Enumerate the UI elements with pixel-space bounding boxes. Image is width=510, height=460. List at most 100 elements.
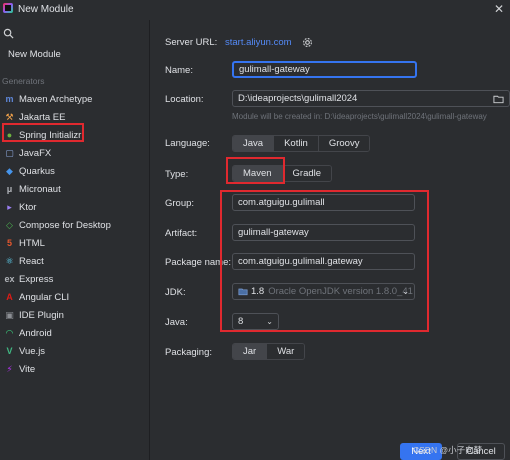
sidebar-item-compose-for-desktop[interactable]: ◇ Compose for Desktop [0,216,150,234]
ide-plugin-icon: ▣ [5,309,14,320]
sidebar-item-vite[interactable]: ⚡ Vite [0,360,150,378]
sidebar-item-label: Micronaut [19,183,61,195]
ktor-icon: ▸ [7,201,12,212]
chevron-down-icon: ⌄ [266,317,273,326]
name-label: Name: [165,65,193,76]
sidebar-item-micronaut[interactable]: μ Micronaut [0,180,150,198]
name-field[interactable]: gulimall-gateway [232,61,417,78]
sidebar-item-label: Android [19,327,52,339]
maven-icon: m [5,93,14,104]
location-field[interactable]: D:\ideaprojects\gulimall2024 [232,90,510,107]
packaging-label: Packaging: [165,347,213,358]
compose-icon: ◇ [6,219,13,230]
angular-icon: A [6,291,13,302]
close-icon[interactable]: ✕ [494,2,504,16]
title-bar: New Module ✕ [0,0,510,20]
generators-list: m Maven Archetype ⚒ Jakarta EE ● Spring Initi… [0,90,150,378]
sidebar-item-quarkus[interactable]: ◆ Quarkus [0,162,150,180]
vue-icon: V [6,345,13,356]
sidebar-item-label: IDE Plugin [19,309,64,321]
location-hint: Module will be created in: D:\ideaprojec… [232,112,487,121]
react-icon: ⚛ [5,255,14,266]
jdk-dropdown[interactable]: 1.8 Oracle OpenJDK version 1.8.0_41 ⌄ [232,283,415,300]
jdk-folder-icon [238,288,248,296]
name-value: gulimall-gateway [239,64,310,75]
sidebar-item-spring-initializr[interactable]: ● Spring Initializr [0,126,150,144]
express-icon: ex [4,273,15,284]
language-kotlin-button[interactable]: Kotlin [274,136,319,151]
type-maven-button[interactable]: Maven [233,166,283,181]
sidebar-item-label: Quarkus [19,165,55,177]
vite-icon: ⚡ [6,363,13,374]
type-gradle-button[interactable]: Gradle [282,166,332,181]
package-name-label: Package name: [165,257,232,268]
sidebar-item-maven-archetype[interactable]: m Maven Archetype [0,90,150,108]
sidebar: New Module Generators m Maven Archetype ⚒ J… [0,20,150,460]
jdk-detail: Oracle OpenJDK version 1.8.0_41 [268,286,413,297]
type-label: Type: [165,169,189,180]
chevron-down-icon: ⌄ [402,287,409,296]
search-icon[interactable] [3,28,14,39]
jdk-label: JDK: [165,287,186,298]
sidebar-item-label: Jakarta EE [19,111,66,123]
packaging-jar-button[interactable]: Jar [233,344,268,359]
java-version-value: 8 [238,316,244,327]
java-version-dropdown[interactable]: 8 ⌄ [232,313,279,330]
group-value: com.atguigu.gulimall [238,197,325,208]
csdn-watermark: CSDN @小子向梦 [413,445,483,455]
generators-heading: Generators [2,76,45,86]
type-selector: Maven Gradle [232,165,333,182]
sidebar-item-label: Angular CLI [19,291,70,303]
group-field[interactable]: com.atguigu.gulimall [232,194,415,211]
sidebar-item-android[interactable]: ◠ Android [0,324,150,342]
sidebar-item-label: Maven Archetype [19,93,93,105]
sidebar-item-html[interactable]: 5 HTML [0,234,150,252]
language-groovy-button[interactable]: Groovy [318,136,370,151]
sidebar-item-label: JavaFX [19,147,52,159]
sidebar-item-express[interactable]: ex Express [0,270,150,288]
sidebar-item-label: Compose for Desktop [19,219,111,231]
sidebar-item-ide-plugin[interactable]: ▣ IDE Plugin [0,306,150,324]
spring-icon: ● [6,129,13,140]
sidebar-item-label: HTML [19,237,45,249]
javafx-icon: ▢ [5,147,14,158]
intellij-logo-icon [3,3,13,13]
quarkus-icon: ◆ [6,165,13,176]
sidebar-item-label: Ktor [19,201,37,213]
gear-icon[interactable] [302,37,313,48]
language-label: Language: [165,138,210,149]
folder-icon[interactable] [493,94,504,104]
sidebar-item-label: Vite [19,363,36,375]
location-value: D:\ideaprojects\gulimall2024 [238,93,358,104]
server-url-label: Server URL: [165,37,218,48]
main-panel: Server URL: start.aliyun.com Name: gulim… [151,20,510,460]
packaging-selector: Jar War [232,343,306,360]
language-selector: Java Kotlin Groovy [232,135,371,152]
artifact-label: Artifact: [165,228,198,239]
sidebar-item-label: React [19,255,44,267]
java-label: Java: [165,317,188,328]
sidebar-item-vue-js[interactable]: V Vue.js [0,342,150,360]
language-java-button[interactable]: Java [233,136,275,151]
jdk-version: 1.8 [251,286,265,297]
sidebar-item-jakarta-ee[interactable]: ⚒ Jakarta EE [0,108,150,126]
sidebar-item-ktor[interactable]: ▸ Ktor [0,198,150,216]
location-label: Location: [165,94,204,105]
sidebar-item-react[interactable]: ⚛ React [0,252,150,270]
micronaut-icon: μ [6,183,13,194]
artifact-field[interactable]: gulimall-gateway [232,224,415,241]
jakarta-icon: ⚒ [5,111,14,122]
sidebar-item-javafx[interactable]: ▢ JavaFX [0,144,150,162]
sidebar-item-new-module[interactable]: New Module [8,49,61,60]
android-icon: ◠ [6,327,13,338]
sidebar-item-label: Spring Initializr [19,129,82,141]
server-url-link[interactable]: start.aliyun.com [225,37,292,48]
html-icon: 5 [6,237,12,248]
sidebar-item-label: Vue.js [19,345,46,357]
window-title: New Module [18,4,74,15]
group-label: Group: [165,198,195,209]
packaging-war-button[interactable]: War [267,344,305,359]
sidebar-item-label: Express [19,273,54,285]
package-name-field[interactable]: com.atguigu.gulimall.gateway [232,253,415,270]
sidebar-item-angular-cli[interactable]: A Angular CLI [0,288,150,306]
